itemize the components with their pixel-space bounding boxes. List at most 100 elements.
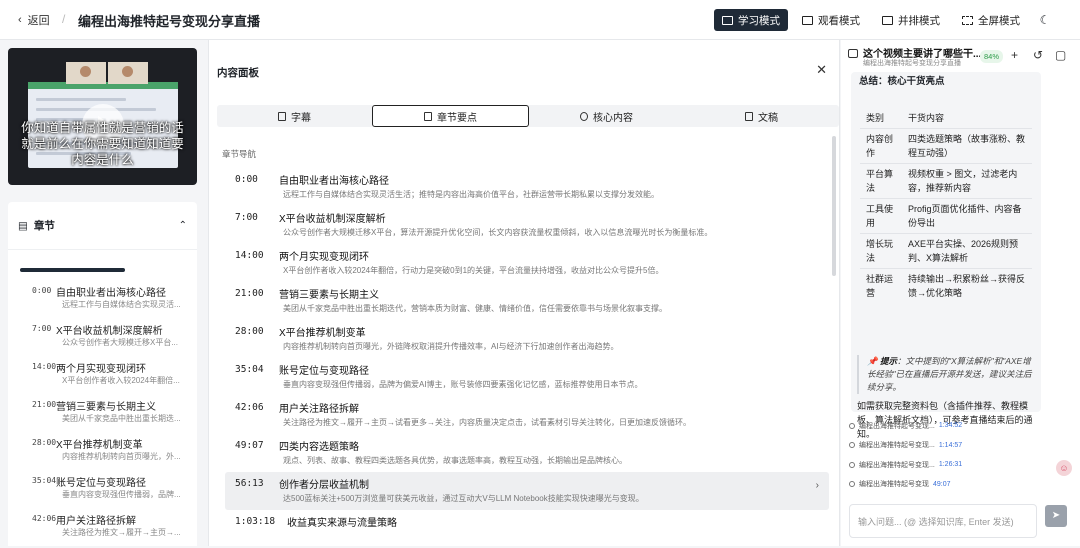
moon-icon: ☾ xyxy=(1039,13,1051,27)
chapter-name: X平台收益机制深度解析 xyxy=(56,326,163,337)
table-cell-content: AXE平台实操、2026规则预判、X算法解析 xyxy=(902,233,1032,269)
mode-label: 学习模式 xyxy=(738,14,780,27)
expand-icon[interactable]: ▢ xyxy=(1055,48,1066,62)
tip-label: 提示 xyxy=(879,356,897,366)
reference-label: 编程出海推特起号变现... xyxy=(859,422,935,430)
tab-subtitles[interactable]: 字幕 xyxy=(217,105,372,127)
table-cell-category: 工具使用 xyxy=(860,198,902,234)
table-cell-content: 视频权重 > 图文，过滤老内容，推荐新内容 xyxy=(902,163,1032,199)
table-row: 增长玩法 AXE平台实操、2026规则预判、X算法解析 xyxy=(860,233,1032,269)
tab-transcript[interactable]: 文稿 xyxy=(684,105,839,127)
chapter-desc: 关注路径为推文→履开→主页→... xyxy=(62,528,181,537)
mode-label: 观看模式 xyxy=(818,14,860,27)
theme-toggle-button[interactable]: ☾ xyxy=(1034,9,1056,31)
title-separator: / xyxy=(62,12,66,26)
chat-input[interactable]: 输入问题... (@ 选择知识库, Enter 发送) xyxy=(849,504,1037,538)
table-row: 平台算法 视频权重 > 图文，过滤老内容，推荐新内容 xyxy=(860,163,1032,199)
confidence-badge: 84% xyxy=(980,50,1003,63)
assistant-avatar-icon[interactable]: ☺ xyxy=(1056,460,1072,476)
mode-study-button[interactable]: 学习模式 xyxy=(714,9,788,31)
video-subtitle: 你知道自带属性就是营销的话就是前么在你需要知道知道要内容是什么 xyxy=(21,121,184,167)
tab-label: 文稿 xyxy=(758,112,778,124)
back-button[interactable]: ‹ 返回 xyxy=(18,12,50,28)
list-icon xyxy=(424,111,432,121)
segment-item[interactable]: 0:00 自由职业者出海核心路径远程工作与自媒体结合实现灵活生活；推特是内容出海高… xyxy=(225,168,829,206)
segment-name: 账号定位与变现路径 xyxy=(279,366,369,377)
chapters-icon: ▤ xyxy=(18,219,28,232)
tab-chapter-points[interactable]: 章节要点 xyxy=(372,105,529,127)
back-label: 返回 xyxy=(27,15,50,27)
mode-fullscreen-button[interactable]: 全屏模式 xyxy=(954,9,1028,31)
segment-desc: 关注路径为推文→履开→主页→试看更多→关注，内容质量决定点击，试看素材引导关注转… xyxy=(283,418,691,427)
segment-item[interactable]: 56:13 创作者分层收益机制 达500蓝标关注+500万浏览量可获美元收益，通过互… xyxy=(225,472,829,510)
segment-desc: 远程工作与自媒体结合实现灵活生活；推特是内容出海高价值平台，社群运营带长期私累以… xyxy=(283,190,659,199)
chat-panel: 这个视频主要讲了哪些干... 编程出海推特起号变现分享直播 84% + ↺ ▢ … xyxy=(841,40,1080,546)
chat-icon xyxy=(848,49,858,58)
chapter-item[interactable]: 0:00 自由职业者出海核心路径 远程工作与自媒体结合实现灵活... xyxy=(8,278,197,316)
tab-label: 章节要点 xyxy=(437,112,477,124)
segment-item[interactable]: 21:00 营销三要素与长期主义 美团从千家竞品中胜出重长期迭代，营销本质为财富、健… xyxy=(225,282,829,320)
segment-item[interactable]: 28:00 X平台推荐机制变革 内容推荐机制转向首页曝光，外链降权取消提升传播效率，… xyxy=(225,320,829,358)
segment-time: 42:06 xyxy=(235,402,264,413)
reference-label: 编程出海推特起号变现... xyxy=(859,461,935,469)
chapter-item[interactable]: 42:06 用户关注路径拆解 关注路径为推文→履开→主页→... xyxy=(8,506,197,544)
segment-item[interactable]: 49:07 四类内容选题策略 观点、列表、故事、教程四类选题各具优势，故事选题率高，… xyxy=(225,434,829,472)
reference-link[interactable]: 编程出海推特起号变现 49:07 xyxy=(849,475,962,495)
history-icon[interactable]: ↺ xyxy=(1033,48,1043,62)
chapter-panel-title: 章节 xyxy=(33,220,55,232)
segment-name: 自由职业者出海核心路径 xyxy=(279,176,389,187)
segment-time: 0:00 xyxy=(235,174,258,185)
chapter-item[interactable]: 21:00 营销三要素与长期主义 美团从千家竞品中胜出重长期迭... xyxy=(8,392,197,430)
scrollbar[interactable] xyxy=(832,136,836,276)
reference-link[interactable]: 编程出海推特起号变现... 1:34:52 xyxy=(849,416,962,436)
table-cell-category: 社群运营 xyxy=(860,268,902,303)
segment-item[interactable]: 42:06 用户关注路径拆解 关注路径为推文→履开→主页→试看更多→关注，内容质量决… xyxy=(225,396,829,434)
video-player[interactable]: 你知道自带属性就是营销的话就是前么在你需要知道知道要内容是什么 xyxy=(8,48,197,185)
segment-name: 四类内容选题策略 xyxy=(279,442,359,453)
segment-item[interactable]: 7:00 X平台收益机制深度解析 公众号创作者大规模迁移X平台，算法开源提升优化空间… xyxy=(225,206,829,244)
chapter-list: 0:00 自由职业者出海核心路径 远程工作与自媒体结合实现灵活... 7:00 X平台收… xyxy=(8,278,197,544)
reference-timestamp: 1:26:31 xyxy=(938,461,963,469)
send-icon: ➤ xyxy=(1051,510,1061,521)
chapter-item[interactable]: 28:00 X平台推荐机制变革 内容推荐机制转向首页曝光，外... xyxy=(8,430,197,468)
chapter-desc: 公众号创作者大规模迁移X平台... xyxy=(62,338,179,347)
segment-time: 14:00 xyxy=(235,250,264,261)
top-bar: ‹ 返回 / 编程出海推特起号变现分享直播 学习模式 观看模式 并排模式 全屏模… xyxy=(0,0,1080,40)
close-icon[interactable]: ✕ xyxy=(816,62,827,78)
chapter-name: 自由职业者出海核心路径 xyxy=(56,288,166,299)
segment-item[interactable]: 1:03:18 收益真实来源与流量策略 xyxy=(225,510,829,548)
content-panel-title: 内容面板 xyxy=(217,67,259,79)
segment-name: 两个月实现变现闭环 xyxy=(279,252,369,263)
chapter-item[interactable]: 7:00 X平台收益机制深度解析 公众号创作者大规模迁移X平台... xyxy=(8,316,197,354)
mode-side-by-side-button[interactable]: 并排模式 xyxy=(874,9,948,31)
reference-link[interactable]: 编程出海推特起号变现... 1:14:57 xyxy=(849,436,962,456)
table-cell-content: Profig页面优化插件、内容备份导出 xyxy=(902,198,1032,234)
chapter-name: 营销三要素与长期主义 xyxy=(56,402,156,413)
mode-watch-button[interactable]: 观看模式 xyxy=(794,9,868,31)
chapter-panel-header[interactable]: ▤ 章节 ⌃ xyxy=(8,202,197,250)
segment-item[interactable]: 35:04 账号定位与变现路径 垂直内容变现强但传播弱，品牌为偏爱AI博主，账号装修… xyxy=(225,358,829,396)
left-column: 你知道自带属性就是营销的话就是前么在你需要知道知道要内容是什么 ▤ 章节 ⌃ 0… xyxy=(0,40,208,546)
chapter-item[interactable]: 35:04 账号定位与变现路径 垂直内容变现强但传播弱，品牌... xyxy=(8,468,197,506)
table-cell-category: 内容创作 xyxy=(860,128,902,164)
chevron-up-icon[interactable]: ⌃ xyxy=(179,220,187,231)
segment-desc: X平台创作者收入较2024年翻倍，行动力是突破0到1的关键，平台流量扶持增强，收… xyxy=(283,266,664,275)
content-panel: 内容面板 ✕ 字幕 章节要点 核心内容 文稿 章节导航 0:00 自由职业者出海核… xyxy=(208,40,840,546)
book-icon xyxy=(722,15,733,25)
table-row: 工具使用 Profig页面优化插件、内容备份导出 xyxy=(860,198,1032,234)
table-cell-category: 增长玩法 xyxy=(860,233,902,269)
segment-desc: 公众号创作者大规模迁移X平台，算法开源提升优化空间，长文内容获流量权重倾斜，收入… xyxy=(283,228,713,237)
webcam-feed xyxy=(108,62,148,84)
add-icon[interactable]: + xyxy=(1011,48,1018,62)
clock-icon xyxy=(849,461,855,468)
chapter-name: 两个月实现变现闭环 xyxy=(56,364,146,375)
segment-item[interactable]: 14:00 两个月实现变现闭环 X平台创作者收入较2024年翻倍，行动力是突破0到1… xyxy=(225,244,829,282)
chapter-time: 35:04 xyxy=(32,476,57,485)
reference-label: 编程出海推特起号变现 xyxy=(859,481,929,489)
reference-link[interactable]: 编程出海推特起号变现... 1:26:31 xyxy=(849,455,962,475)
tab-core-content[interactable]: 核心内容 xyxy=(529,105,684,127)
send-button[interactable]: ➤ xyxy=(1045,505,1067,527)
chapter-desc: 内容推荐机制转向首页曝光，外... xyxy=(62,452,181,461)
segment-desc: 达500蓝标关注+500万浏览量可获美元收益，通过互动大V与LLM Notebo… xyxy=(283,494,644,503)
chapter-item[interactable]: 14:00 两个月实现变现闭环 X平台创作者收入较2024年翻倍... xyxy=(8,354,197,392)
